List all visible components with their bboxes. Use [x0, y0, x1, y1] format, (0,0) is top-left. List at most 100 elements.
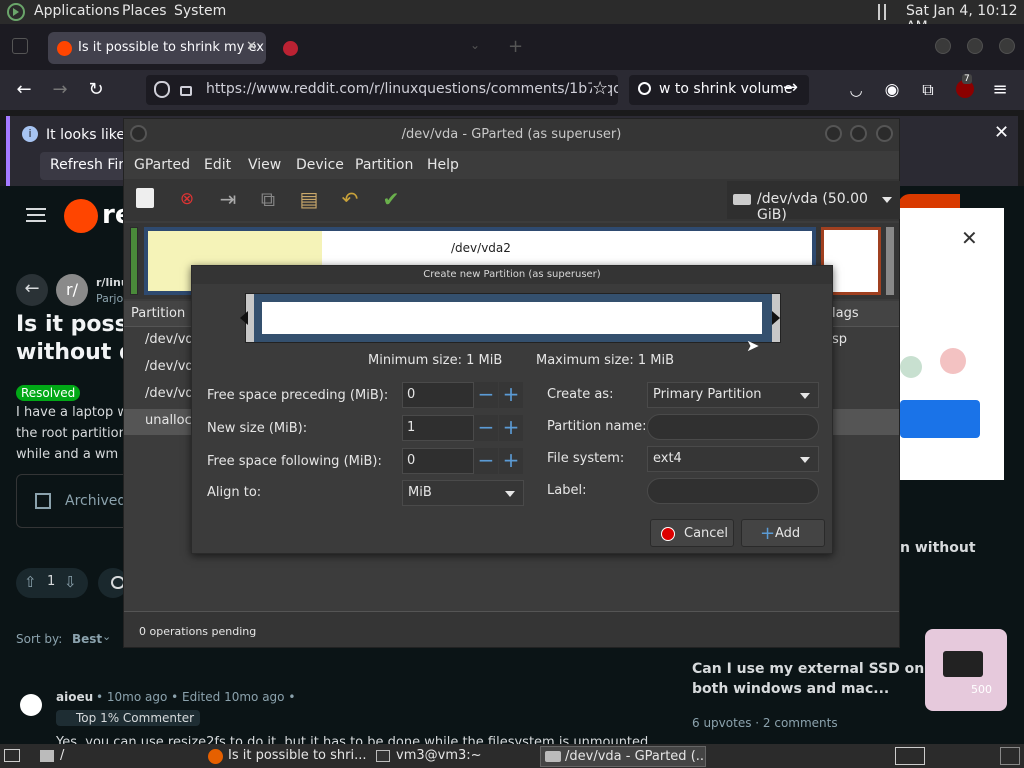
gparted-titlebar[interactable]: /dev/vda - GParted (as superuser)	[124, 119, 899, 151]
post-author[interactable]: Parjo	[96, 292, 123, 305]
free-preceding-plus-icon[interactable]: +	[499, 382, 523, 408]
url-bar[interactable]: https://www.reddit.com/r/linuxquestions/…	[146, 75, 618, 105]
new-size-spinner[interactable]: 1 − +	[402, 415, 524, 441]
paste-icon[interactable]: ▤	[298, 188, 320, 210]
browser-maximize-icon[interactable]	[967, 38, 983, 54]
col-flags[interactable]: lags	[832, 306, 859, 321]
trash-icon[interactable]	[1000, 747, 1020, 765]
sidebar-partial-title[interactable]: n without	[900, 540, 976, 556]
reload-icon[interactable]: ↻	[85, 79, 107, 101]
search-go-icon[interactable]: →	[783, 77, 798, 98]
add-button[interactable]: + Add	[741, 519, 825, 547]
free-preceding-input[interactable]: 0	[402, 382, 474, 408]
new-partition-icon[interactable]	[136, 188, 154, 208]
menu-view[interactable]: View	[248, 157, 281, 173]
account-icon[interactable]: ◉	[881, 79, 903, 101]
pocket-icon[interactable]: ◡	[845, 79, 867, 101]
commenter-avatar[interactable]	[20, 694, 42, 716]
gparted-minimize-icon[interactable]	[825, 125, 842, 142]
new-tab-icon[interactable]: +	[508, 36, 523, 57]
partition-row[interactable]: /dev/vd	[145, 359, 194, 374]
applications-menu[interactable]: Applications	[34, 3, 120, 19]
workspace-switcher-1[interactable]	[895, 747, 925, 765]
sort-chevron-icon[interactable]: ⌄	[102, 630, 111, 643]
free-preceding-minus-icon[interactable]: −	[474, 382, 498, 408]
free-following-spinner[interactable]: 0 − +	[402, 448, 524, 474]
align-dropdown[interactable]: MiB	[402, 480, 524, 506]
places-menu[interactable]: Places	[122, 3, 167, 19]
menu-help[interactable]: Help	[427, 157, 459, 173]
reddit-logo-icon[interactable]	[64, 199, 98, 233]
free-following-minus-icon[interactable]: −	[474, 448, 498, 474]
show-desktop-icon[interactable]	[4, 749, 20, 762]
refresh-firefox-button[interactable]: Refresh Fir	[40, 152, 130, 180]
related-post-title-line-1[interactable]: Can I use my external SSD on	[692, 661, 924, 677]
file-system-dropdown[interactable]: ext4	[647, 446, 819, 472]
forward-icon[interactable]: →	[49, 79, 71, 101]
partition-name-input[interactable]	[647, 414, 819, 440]
popup-close-icon[interactable]: ✕	[961, 226, 978, 250]
col-partition[interactable]: Partition	[131, 306, 185, 321]
popup-action-button[interactable]	[900, 400, 980, 438]
free-following-plus-icon[interactable]: +	[499, 448, 523, 474]
create-as-dropdown[interactable]: Primary Partition	[647, 382, 819, 408]
slider-left-arrow-icon	[240, 311, 248, 325]
menu-device[interactable]: Device	[296, 157, 344, 173]
partition-row[interactable]: /dev/vd	[145, 386, 194, 401]
back-icon[interactable]: ←	[13, 79, 35, 101]
gparted-window-menu-icon[interactable]	[130, 125, 147, 142]
task-terminal[interactable]: vm3@vm3:~	[372, 746, 535, 767]
lock-icon[interactable]	[180, 86, 192, 96]
gparted-close-icon[interactable]	[876, 125, 893, 142]
resolved-flair[interactable]: Resolved	[16, 385, 81, 401]
browser-minimize-icon[interactable]	[935, 38, 951, 54]
list-tabs-icon[interactable]: ⌄	[470, 38, 480, 52]
workspace-icon[interactable]	[878, 4, 886, 20]
undo-icon[interactable]: ↶	[339, 188, 361, 210]
task-firefox[interactable]: Is it possible to shri...	[204, 746, 367, 767]
label-input[interactable]	[647, 478, 819, 504]
bookmark-star-icon[interactable]: ☆	[592, 78, 609, 99]
menu-hamburger-icon[interactable]: ≡	[989, 79, 1011, 101]
system-menu[interactable]: System	[174, 3, 226, 19]
free-following-input[interactable]: 0	[402, 448, 474, 474]
related-post-thumbnail[interactable]: 500	[925, 629, 1007, 711]
task-gparted[interactable]: /dev/vda - GParted (...	[540, 746, 706, 767]
browser-close-icon[interactable]	[999, 38, 1015, 54]
graph-partition-1[interactable]	[130, 227, 138, 295]
delete-partition-icon[interactable]: ⊗	[176, 188, 198, 210]
related-post-title-line-2[interactable]: both windows and mac...	[692, 681, 889, 697]
ublock-icon[interactable]: 7	[956, 74, 974, 98]
copy-icon[interactable]: ⧉	[257, 188, 279, 210]
new-size-plus-icon[interactable]: +	[499, 415, 523, 441]
comment-author[interactable]: aioeu	[56, 690, 93, 704]
reddit-back-button[interactable]: ←	[16, 274, 48, 306]
device-selector[interactable]: /dev/vda (50.00 GiB)	[727, 181, 900, 223]
extensions-icon[interactable]: ⧉	[917, 79, 939, 101]
tab-second[interactable]	[274, 32, 364, 64]
search-bar[interactable]: w to shrink volume →	[629, 75, 809, 105]
firefox-view-icon[interactable]	[12, 38, 28, 54]
upvote-icon[interactable]: ⇧	[24, 573, 37, 591]
new-size-input[interactable]: 1	[402, 415, 474, 441]
menu-edit[interactable]: Edit	[204, 157, 231, 173]
dialog-title[interactable]: Create new Partition (as superuser)	[192, 266, 832, 284]
gparted-maximize-icon[interactable]	[850, 125, 867, 142]
task-file-manager[interactable]: /	[36, 746, 196, 767]
new-size-minus-icon[interactable]: −	[474, 415, 498, 441]
downvote-icon[interactable]: ⇩	[64, 573, 77, 591]
cancel-button[interactable]: Cancel	[650, 519, 734, 547]
partition-row[interactable]: /dev/vd	[145, 332, 194, 347]
resize-move-icon[interactable]: ⇥	[217, 188, 239, 210]
sort-dropdown[interactable]: Best	[72, 632, 102, 646]
free-preceding-spinner[interactable]: 0 − +	[402, 382, 524, 408]
tab-reddit[interactable]: Is it possible to shrink my ex ✕	[48, 32, 266, 64]
notification-close-icon[interactable]: ✕	[994, 122, 1009, 143]
apply-icon[interactable]: ✔	[380, 188, 402, 210]
close-tab-icon[interactable]: ✕	[246, 39, 257, 54]
shield-icon[interactable]	[154, 81, 170, 98]
menu-partition[interactable]: Partition	[355, 157, 413, 173]
size-slider[interactable]	[240, 293, 781, 343]
menu-gparted[interactable]: GParted	[134, 157, 190, 173]
distro-logo-icon[interactable]	[7, 3, 25, 21]
